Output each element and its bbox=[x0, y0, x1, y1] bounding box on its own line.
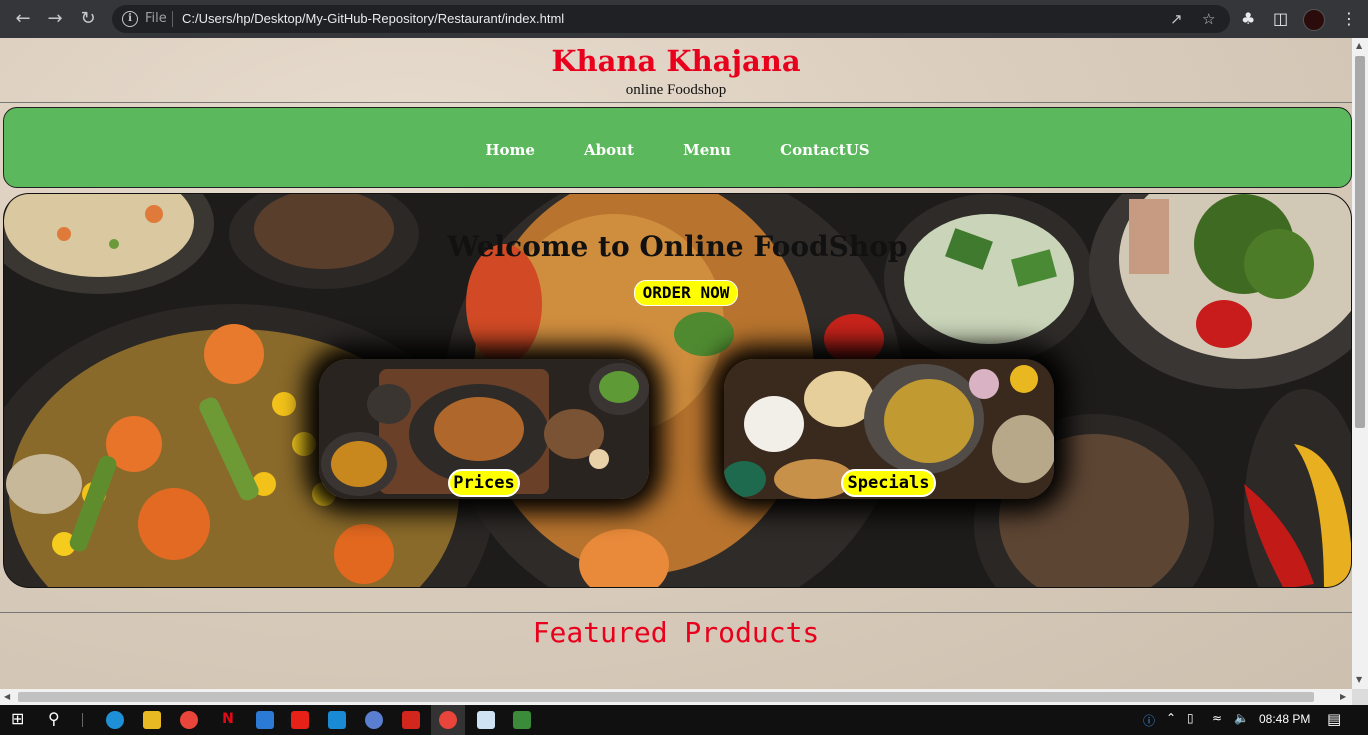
battery-icon[interactable]: ▯ bbox=[1187, 711, 1194, 725]
clock-time[interactable]: 08:48 PM bbox=[1259, 712, 1310, 726]
file-scheme-label: File bbox=[145, 11, 167, 26]
extensions-puzzle-icon[interactable]: ♣ bbox=[1241, 9, 1255, 29]
tray-chevron-icon[interactable]: ⌃ bbox=[1166, 711, 1176, 725]
youtube-icon[interactable] bbox=[291, 711, 309, 729]
hero-banner: Welcome to Online FoodShop ORDER NOW Pri… bbox=[3, 193, 1352, 588]
nav-home-link[interactable]: Home bbox=[485, 141, 535, 159]
specials-card[interactable]: Specials bbox=[724, 359, 1054, 499]
profile-avatar[interactable] bbox=[1303, 9, 1325, 31]
share-icon[interactable]: ↗ bbox=[1170, 10, 1183, 28]
site-title: Khana Khajana bbox=[551, 44, 801, 78]
nav-menu-link[interactable]: Menu bbox=[683, 141, 731, 159]
wifi-icon[interactable]: ≈ bbox=[1212, 711, 1222, 725]
page-content: Khana Khajana online Foodshop Home About… bbox=[0, 38, 1352, 689]
navbar: Home About Menu ContactUS bbox=[3, 107, 1352, 188]
git-app-icon[interactable] bbox=[513, 711, 531, 729]
order-now-button[interactable]: ORDER NOW bbox=[634, 280, 738, 306]
search-icon[interactable]: ⚲ bbox=[48, 709, 60, 728]
vertical-scroll-thumb[interactable] bbox=[1355, 56, 1365, 428]
page-viewport: Khana Khajana online Foodshop Home About… bbox=[0, 38, 1368, 705]
address-bar[interactable]: i File C:/Users/hp/Desktop/My-GitHub-Rep… bbox=[112, 5, 1230, 33]
nav-links: Home About Menu ContactUS bbox=[4, 140, 1351, 159]
volume-icon[interactable]: 🔈 bbox=[1234, 711, 1249, 725]
hero-heading: Welcome to Online FoodShop bbox=[447, 230, 908, 263]
scroll-right-icon[interactable]: ▶ bbox=[1340, 692, 1346, 701]
chrome-active-icon[interactable] bbox=[439, 711, 457, 729]
nav-about-link[interactable]: About bbox=[584, 141, 634, 159]
help-icon[interactable]: ⓘ bbox=[1143, 712, 1155, 729]
forward-arrow-icon[interactable]: → bbox=[44, 8, 66, 30]
site-subtitle: online Foodshop bbox=[625, 82, 727, 98]
featured-products-heading: Featured Products bbox=[532, 616, 820, 649]
nav-contact-link[interactable]: ContactUS bbox=[780, 141, 869, 159]
specials-button[interactable]: Specials bbox=[841, 469, 936, 497]
menu-dots-icon[interactable]: ⋮ bbox=[1341, 9, 1357, 29]
chrome-icon[interactable] bbox=[180, 711, 198, 729]
horizontal-scroll-thumb[interactable] bbox=[18, 692, 1314, 702]
vscode-icon[interactable] bbox=[328, 711, 346, 729]
browser-toolbar: ← → ↻ i File C:/Users/hp/Desktop/My-GitH… bbox=[0, 0, 1368, 38]
edge-icon[interactable] bbox=[106, 711, 124, 729]
scroll-left-icon[interactable]: ◀ bbox=[4, 692, 10, 701]
side-panel-icon[interactable]: ◫ bbox=[1273, 9, 1288, 29]
prices-button[interactable]: Prices bbox=[448, 469, 520, 497]
url-text[interactable]: C:/Users/hp/Desktop/My-GitHub-Repository… bbox=[182, 11, 564, 26]
windows-start-icon[interactable]: ⊞ bbox=[11, 709, 24, 728]
taskbar-separator bbox=[82, 713, 83, 727]
horizontal-scrollbar[interactable]: ◀ ▶ bbox=[0, 689, 1352, 705]
netflix-icon[interactable]: N bbox=[219, 711, 237, 729]
app-icon[interactable] bbox=[365, 711, 383, 729]
taskbar: ⊞ ⚲ N ⓘ ⌃ ▯ ≈ 🔈 08:48 PM ▤ bbox=[0, 705, 1368, 735]
info-icon[interactable]: i bbox=[122, 11, 138, 27]
header-divider bbox=[0, 102, 1352, 103]
reload-icon[interactable]: ↻ bbox=[77, 8, 99, 30]
news-app-icon[interactable] bbox=[256, 711, 274, 729]
notepad-icon[interactable] bbox=[477, 711, 495, 729]
bookmark-star-icon[interactable]: ☆ bbox=[1202, 10, 1215, 28]
vertical-scrollbar[interactable]: ▲ ▼ bbox=[1352, 38, 1368, 689]
scroll-down-icon[interactable]: ▼ bbox=[1356, 675, 1362, 684]
scrollbar-corner bbox=[1352, 689, 1368, 705]
file-explorer-icon[interactable] bbox=[143, 711, 161, 729]
url-separator bbox=[172, 11, 173, 27]
acrobat-icon[interactable] bbox=[402, 711, 420, 729]
section-divider bbox=[0, 612, 1352, 613]
back-arrow-icon[interactable]: ← bbox=[12, 8, 34, 30]
notifications-icon[interactable]: ▤ bbox=[1327, 710, 1341, 728]
scroll-up-icon[interactable]: ▲ bbox=[1356, 41, 1362, 50]
prices-card[interactable]: Prices bbox=[319, 359, 649, 499]
